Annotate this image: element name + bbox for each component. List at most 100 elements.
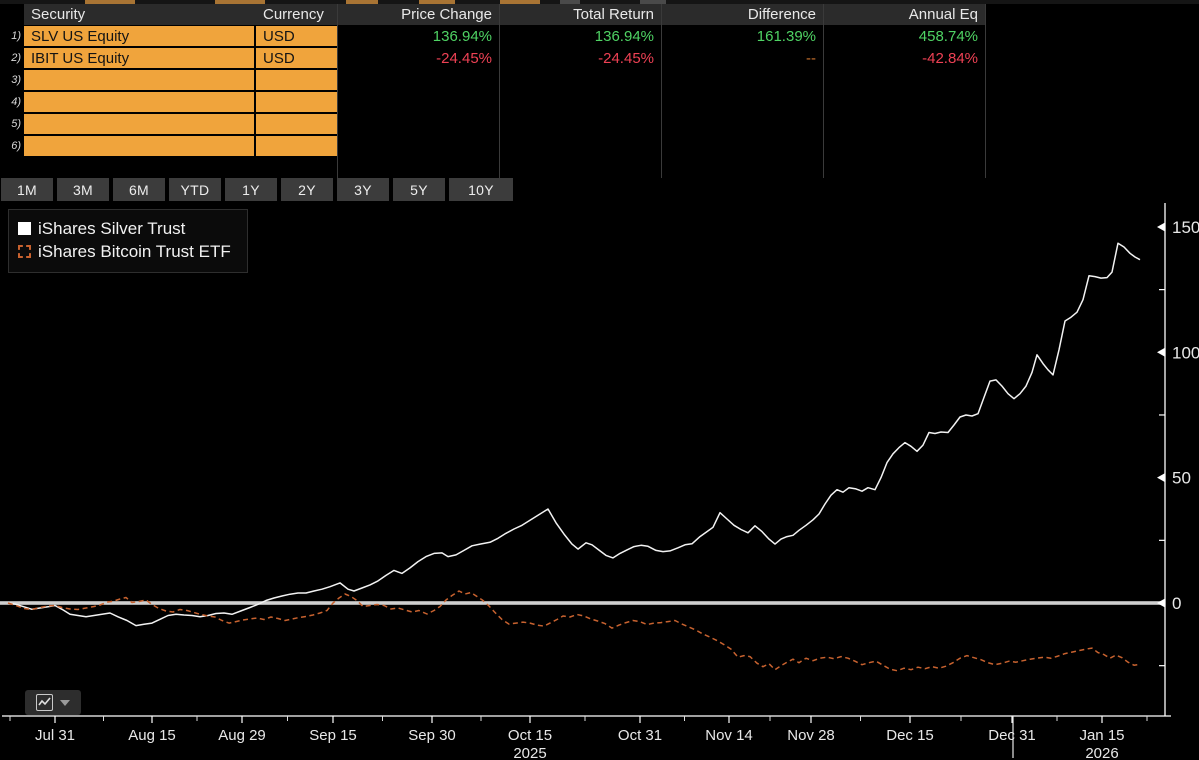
value-cell	[661, 136, 823, 156]
slv-series-line	[7, 242, 1141, 627]
value-cell: -24.45%	[598, 49, 654, 67]
x-tick-label: Dec 15	[886, 727, 934, 744]
value-cell	[337, 92, 499, 112]
zero-line	[0, 601, 1163, 605]
tab-1y[interactable]: 1Y	[225, 178, 277, 201]
chevron-down-icon	[60, 699, 70, 706]
period-tab-bar: 1M 3M 6M YTD 1Y 2Y 3Y 5Y 10Y	[1, 178, 513, 202]
column-divider	[985, 4, 986, 178]
y-tick-arrow	[1157, 347, 1165, 357]
tab-ytd[interactable]: YTD	[169, 178, 221, 201]
value-cell	[661, 114, 823, 134]
value-cell	[337, 136, 499, 156]
value-cell	[823, 92, 985, 112]
value-cell: 136.94%	[432, 27, 492, 45]
dashed-swatch-icon	[18, 245, 31, 258]
security-row[interactable]: 2) IBIT US Equity USD -24.45% -24.45% -- -42.8…	[0, 48, 985, 68]
tab-2y[interactable]: 2Y	[281, 178, 333, 201]
security-cell[interactable]	[24, 70, 256, 90]
tab-1m[interactable]: 1M	[1, 178, 53, 201]
security-row[interactable]: 5)	[0, 114, 985, 134]
value-cell: -42.84%	[922, 49, 978, 67]
chart-legend: iShares Silver Trust iShares Bitcoin Trus…	[8, 209, 248, 273]
tab-10y[interactable]: 10Y	[449, 178, 513, 201]
currency-cell[interactable]: USD	[256, 26, 337, 46]
value-cell: -24.45%	[436, 49, 492, 67]
line-chart-icon	[36, 694, 53, 711]
y-tick-label: 50	[1172, 469, 1191, 488]
y-tick-label: 0	[1172, 594, 1181, 613]
row-number-gutter	[0, 4, 24, 25]
legend-label: iShares Silver Trust	[38, 219, 186, 238]
x-tick-label: Jan 15	[1079, 727, 1124, 744]
chart-type-button[interactable]	[25, 690, 81, 715]
currency-cell[interactable]: USD	[256, 48, 337, 68]
security-cell[interactable]: SLV US Equity	[24, 26, 256, 46]
x-tick-label: Oct 15	[508, 727, 552, 744]
value-cell	[499, 136, 661, 156]
value-cell	[823, 136, 985, 156]
row-number: 3)	[11, 74, 21, 86]
column-header-total-return[interactable]: Total Return	[499, 4, 661, 25]
y-tick-label: 150	[1172, 218, 1199, 237]
year-label: 2025	[513, 745, 546, 760]
security-cell[interactable]	[24, 92, 256, 112]
tab-6m[interactable]: 6M	[113, 178, 165, 201]
value-cell	[499, 114, 661, 134]
value-cell: --	[806, 49, 816, 67]
x-tick-label: Oct 31	[618, 727, 662, 744]
tab-3y[interactable]: 3Y	[337, 178, 389, 201]
currency-cell[interactable]	[256, 114, 337, 134]
x-tick-label: Sep 15	[309, 727, 357, 744]
y-tick-label: 100	[1172, 343, 1199, 362]
comparative-returns-screen: 0 50 100 150 Jul 31 Aug 15 Aug 29 Sep 15 Sep 30 O…	[0, 0, 1199, 760]
column-header-price-change[interactable]: Price Change	[337, 4, 499, 25]
value-cell	[499, 92, 661, 112]
security-cell[interactable]: IBIT US Equity	[24, 48, 256, 68]
column-header-currency[interactable]: Currency	[256, 4, 337, 25]
row-number: 2)	[11, 52, 21, 64]
value-cell: 136.94%	[594, 27, 654, 45]
column-divider	[337, 4, 338, 178]
security-cell[interactable]	[24, 114, 256, 134]
column-divider	[661, 4, 662, 178]
x-tick-label: Aug 29	[218, 727, 266, 744]
x-tick-label: Nov 28	[787, 727, 835, 744]
y-tick-arrow	[1157, 598, 1165, 608]
x-tick-label: Jul 31	[35, 727, 75, 744]
row-number: 5)	[11, 118, 21, 130]
tab-3m[interactable]: 3M	[57, 178, 109, 201]
x-tick-label: Aug 15	[128, 727, 176, 744]
security-row[interactable]: 1) SLV US Equity USD 136.94% 136.94% 161.39% 4…	[0, 26, 985, 46]
security-cell[interactable]	[24, 136, 256, 156]
legend-item[interactable]: iShares Bitcoin Trust ETF	[18, 240, 231, 263]
column-header-security[interactable]: Security	[24, 4, 256, 25]
row-number: 6)	[11, 140, 21, 152]
currency-cell[interactable]	[256, 136, 337, 156]
value-cell	[337, 70, 499, 90]
column-header-annual-eq[interactable]: Annual Eq	[823, 4, 985, 25]
value-cell	[661, 92, 823, 112]
legend-item[interactable]: iShares Silver Trust	[18, 217, 231, 240]
security-row[interactable]: 6)	[0, 136, 985, 156]
column-divider	[499, 4, 500, 178]
value-cell	[661, 70, 823, 90]
security-table: Security Currency Price Change Total Return…	[0, 4, 985, 158]
currency-cell[interactable]	[256, 70, 337, 90]
value-cell	[499, 70, 661, 90]
value-cell	[823, 114, 985, 134]
value-cell	[823, 70, 985, 90]
column-header-difference[interactable]: Difference	[661, 4, 823, 25]
value-cell	[337, 114, 499, 134]
tab-5y[interactable]: 5Y	[393, 178, 445, 201]
row-number: 4)	[11, 96, 21, 108]
currency-cell[interactable]	[256, 92, 337, 112]
y-tick-arrow	[1157, 473, 1165, 483]
security-row[interactable]: 4)	[0, 92, 985, 112]
year-label: 2026	[1085, 745, 1118, 760]
x-tick-label: Dec 31	[988, 727, 1036, 744]
value-cell: 458.74%	[918, 27, 978, 45]
y-tick-arrow	[1157, 222, 1165, 232]
solid-swatch-icon	[18, 222, 31, 235]
security-row[interactable]: 3)	[0, 70, 985, 90]
